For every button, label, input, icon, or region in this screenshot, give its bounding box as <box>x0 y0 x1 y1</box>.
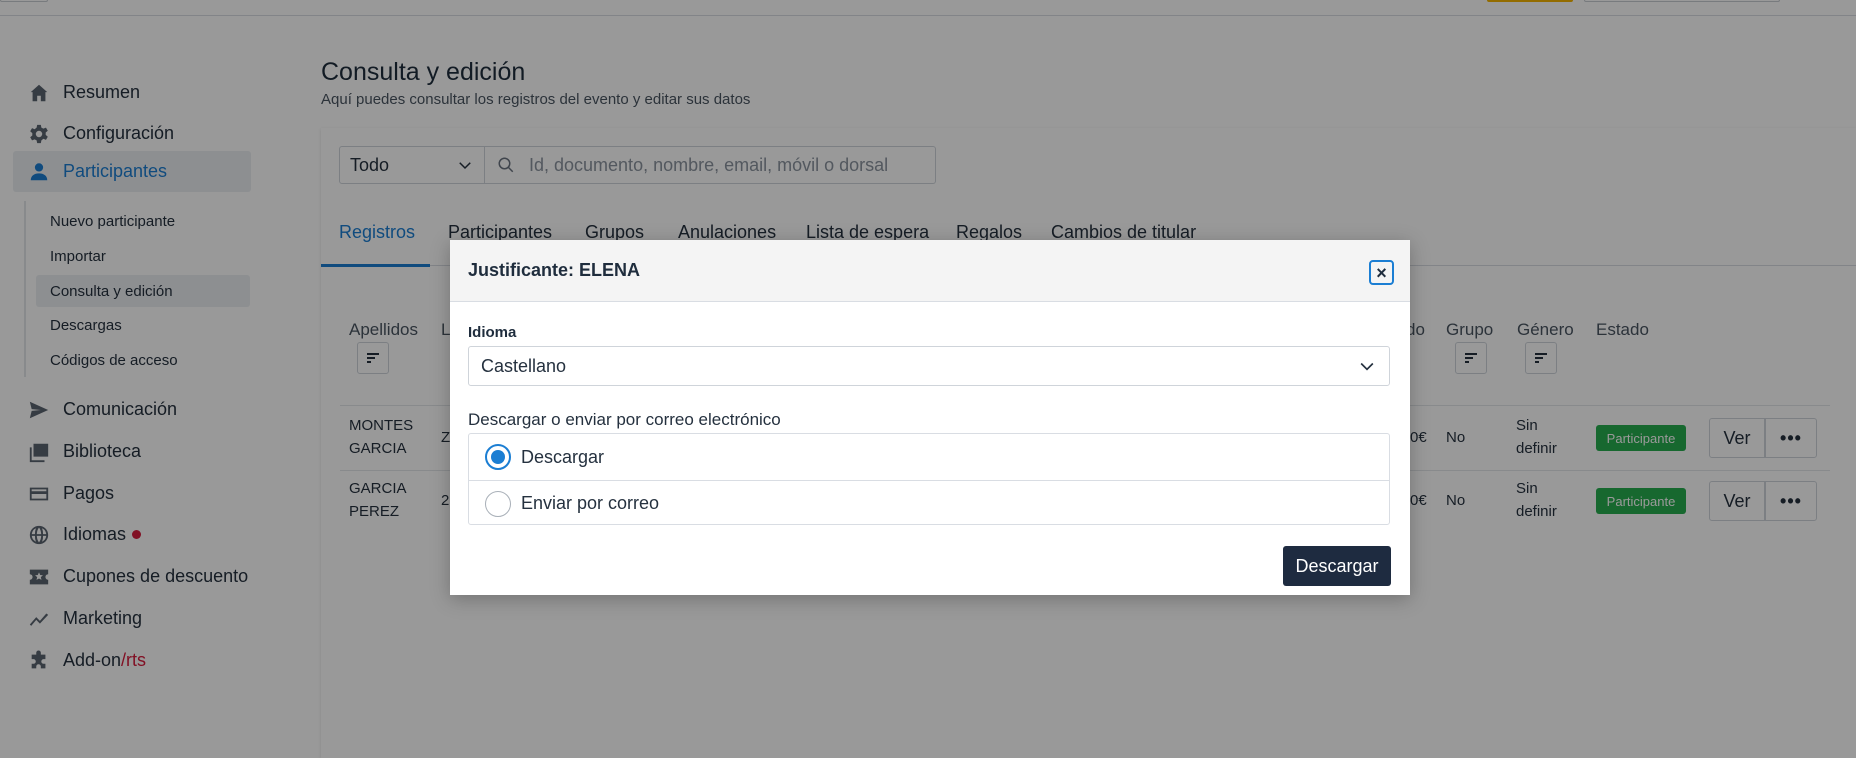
radio-label: Enviar por correo <box>521 493 660 513</box>
download-button[interactable]: Descargar <box>1283 546 1391 586</box>
radio-option-enviar-correo[interactable]: Enviar por correo <box>469 480 1389 526</box>
language-label: Idioma <box>468 324 517 341</box>
radio-option-descargar[interactable]: Descargar <box>469 434 1389 480</box>
radio-button[interactable] <box>485 490 511 517</box>
close-icon[interactable]: × <box>1369 260 1394 285</box>
delivery-mode-label: Descargar o enviar por correo electrónic… <box>468 410 781 429</box>
chevron-down-icon <box>1360 362 1374 371</box>
modal-title: Justificante: ELENA <box>468 260 641 280</box>
delivery-mode-group: Descargar Enviar por correo <box>468 433 1390 525</box>
language-select[interactable]: Castellano <box>468 346 1390 386</box>
receipt-modal: Justificante: ELENA × Idioma Castellano … <box>450 240 1410 595</box>
language-select-value: Castellano <box>481 355 567 376</box>
radio-button-selected[interactable] <box>485 444 511 470</box>
radio-label: Descargar <box>521 446 605 467</box>
modal-header: Justificante: ELENA × <box>450 240 1410 302</box>
